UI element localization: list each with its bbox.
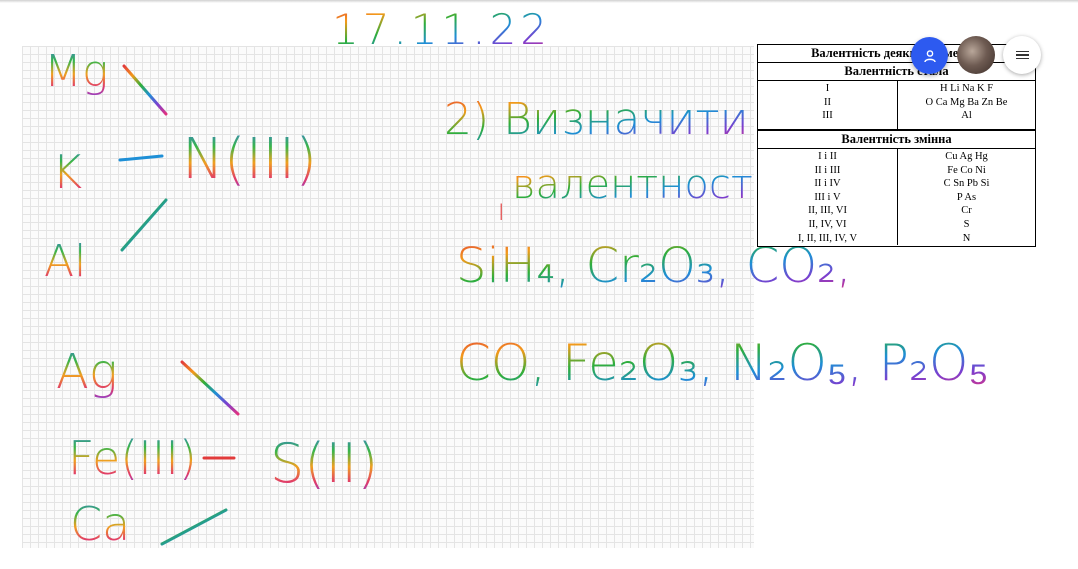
formulas-row2: CO, Fe₂O₃, N₂O₅, P₂O₅ xyxy=(456,334,989,392)
participants-button[interactable] xyxy=(911,37,948,74)
bond-line xyxy=(180,360,240,416)
valence-table[interactable]: Валентність деяких елементів Валентність… xyxy=(757,44,1036,247)
const-valences: I II III xyxy=(758,81,898,129)
element-s2: S(II) xyxy=(270,432,378,495)
element-mg: Mg xyxy=(44,46,108,97)
task-line2: валентності xyxy=(512,162,764,208)
valence-mark: I xyxy=(498,201,505,226)
element-fe3: Fe(III) xyxy=(68,431,197,485)
var-valences: I і II II і III II і IV III і V II, III,… xyxy=(758,149,898,246)
bond-line xyxy=(160,508,228,546)
table-row: I II III H Li Na K F O Ca Mg Ba Zn Be Al xyxy=(758,81,1035,130)
person-icon xyxy=(923,49,936,62)
avatar[interactable] xyxy=(957,36,995,74)
var-header: Валентність змінна xyxy=(758,130,1035,149)
bond-line xyxy=(118,154,164,162)
task-line1: 2) Визначити xyxy=(444,94,749,145)
element-al: Al xyxy=(44,236,86,287)
element-k: K xyxy=(52,145,82,199)
hamburger-icon xyxy=(1015,49,1029,62)
element-ca: Ca xyxy=(70,497,130,551)
element-ag: Ag xyxy=(56,344,118,400)
element-n3: N(III) xyxy=(182,127,317,192)
var-elements: Cu Ag Hg Fe Co Ni C Sn Pb Si P As Cr S N xyxy=(943,151,990,244)
const-elements: H Li Na K F O Ca Mg Ba Zn Be Al xyxy=(925,83,1008,122)
bond-line xyxy=(120,198,168,252)
const-header: Валентність стала xyxy=(758,63,1035,81)
bond-line xyxy=(122,64,168,116)
date-label: 17.11.22 xyxy=(332,5,551,54)
whiteboard-canvas[interactable]: 17.11.22 Mg K Al N(III) Ag Fe(III) Ca S(… xyxy=(0,0,1078,569)
menu-button[interactable] xyxy=(1003,36,1041,74)
table-row: I і II II і III II і IV III і V II, III,… xyxy=(758,149,1035,246)
